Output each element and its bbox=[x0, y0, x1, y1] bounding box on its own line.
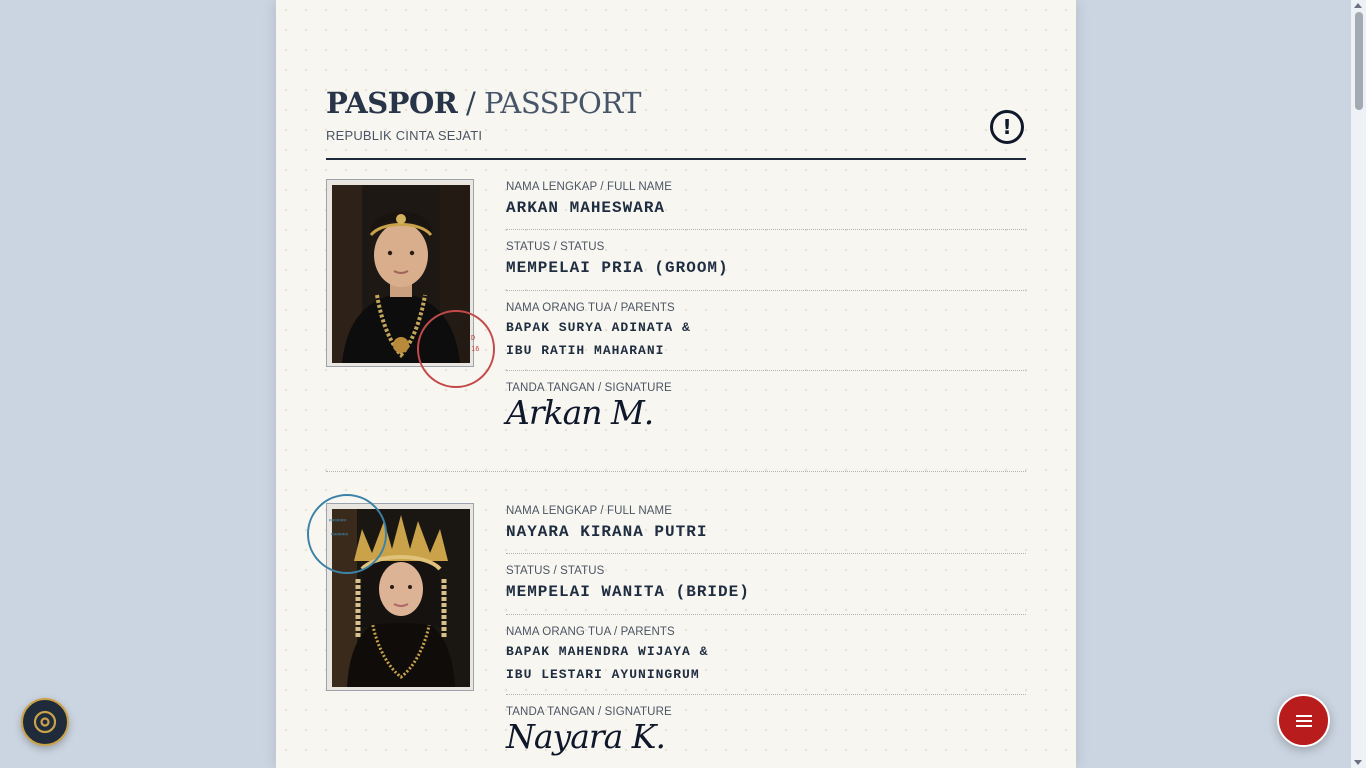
passport-header: PASPOR / PASSPORT REPUBLIK CINTA SEJATI … bbox=[326, 84, 1026, 160]
page-scrollbar[interactable] bbox=[1351, 0, 1366, 768]
bride-signature-field: TANDA TANGAN / SIGNATURE Nayara K. bbox=[506, 695, 1026, 753]
groom-status-field: STATUS / STATUS MEMPELAI PRIA (GROOM) bbox=[506, 230, 1026, 291]
groom-details: NAMA LENGKAP / FULL NAME ARKAN MAHESWARA… bbox=[506, 179, 1026, 429]
scroll-up-arrow-icon[interactable] bbox=[1354, 3, 1362, 8]
groom-parents-label: NAMA ORANG TUA / PARENTS bbox=[506, 302, 675, 314]
music-disc-icon bbox=[33, 710, 57, 734]
bride-name: NAYARA KIRANA PUTRI bbox=[506, 523, 708, 541]
groom-name-label: NAMA LENGKAP / FULL NAME bbox=[506, 181, 673, 193]
bride-parents-field: NAMA ORANG TUA / PARENTS BAPAK MAHENDRA … bbox=[506, 615, 1026, 695]
groom-parents-field: NAMA ORANG TUA / PARENTS BAPAK SURYA ADI… bbox=[506, 291, 1026, 371]
bride-status: MEMPELAI WANITA (BRIDE) bbox=[506, 583, 750, 601]
hamburger-menu-icon bbox=[1295, 714, 1312, 727]
groom-entry: D 16 NAMA LENGKAP / FULL NAME ARKAN MAHE… bbox=[326, 179, 1026, 449]
bride-signature-label: TANDA TANGAN / SIGNATURE bbox=[506, 706, 672, 718]
groom-signature-label: TANDA TANGAN / SIGNATURE bbox=[506, 382, 672, 394]
title-separator: / bbox=[457, 86, 485, 120]
entry-divider bbox=[326, 471, 1026, 472]
title-passport: PASSPORT bbox=[484, 86, 642, 120]
bride-status-label: STATUS / STATUS bbox=[506, 565, 605, 577]
groom-status: MEMPELAI PRIA (GROOM) bbox=[506, 259, 729, 277]
exclamation-circle-icon[interactable]: ! bbox=[990, 110, 1024, 144]
groom-parents-line-2: IBU RATIH MAHARANI bbox=[506, 343, 665, 358]
arrival-stamp-red: D 16 bbox=[417, 310, 495, 388]
passport-page: PASPOR / PASSPORT REPUBLIK CINTA SEJATI … bbox=[276, 0, 1076, 768]
music-toggle-button[interactable] bbox=[21, 698, 69, 746]
bride-parents-label: NAMA ORANG TUA / PARENTS bbox=[506, 626, 675, 638]
bride-status-field: STATUS / STATUS MEMPELAI WANITA (BRIDE) bbox=[506, 554, 1026, 615]
page-subtitle: REPUBLIK CINTA SEJATI bbox=[326, 128, 483, 143]
bride-signature: Nayara K. bbox=[506, 717, 666, 756]
groom-name-field: NAMA LENGKAP / FULL NAME ARKAN MAHESWARA bbox=[506, 179, 1026, 230]
scroll-down-arrow-icon[interactable] bbox=[1354, 760, 1362, 765]
title-paspor: PASPOR bbox=[326, 86, 458, 120]
groom-signature: Arkan M. bbox=[506, 393, 654, 432]
departure-stamp-blue: ▭▭▭▭ ▭▭▭▭ bbox=[307, 494, 387, 574]
scroll-thumb[interactable] bbox=[1355, 12, 1363, 110]
menu-button[interactable] bbox=[1277, 694, 1330, 747]
bride-parents-line-1: BAPAK MAHENDRA WIJAYA & bbox=[506, 644, 709, 659]
page-title: PASPOR / PASSPORT bbox=[326, 86, 642, 120]
bride-name-field: NAMA LENGKAP / FULL NAME NAYARA KIRANA P… bbox=[506, 503, 1026, 554]
bride-entry: ▭▭▭▭ ▭▭▭▭ NAMA LENGKAP / FULL NAME NAYAR… bbox=[307, 494, 1026, 768]
groom-name: ARKAN MAHESWARA bbox=[506, 199, 666, 217]
bride-details: NAMA LENGKAP / FULL NAME NAYARA KIRANA P… bbox=[506, 503, 1026, 753]
groom-signature-field: TANDA TANGAN / SIGNATURE Arkan M. bbox=[506, 371, 1026, 429]
groom-status-label: STATUS / STATUS bbox=[506, 241, 605, 253]
bride-parents-line-2: IBU LESTARI AYUNINGRUM bbox=[506, 667, 700, 682]
groom-parents-line-1: BAPAK SURYA ADINATA & bbox=[506, 320, 691, 335]
bride-name-label: NAMA LENGKAP / FULL NAME bbox=[506, 505, 673, 517]
